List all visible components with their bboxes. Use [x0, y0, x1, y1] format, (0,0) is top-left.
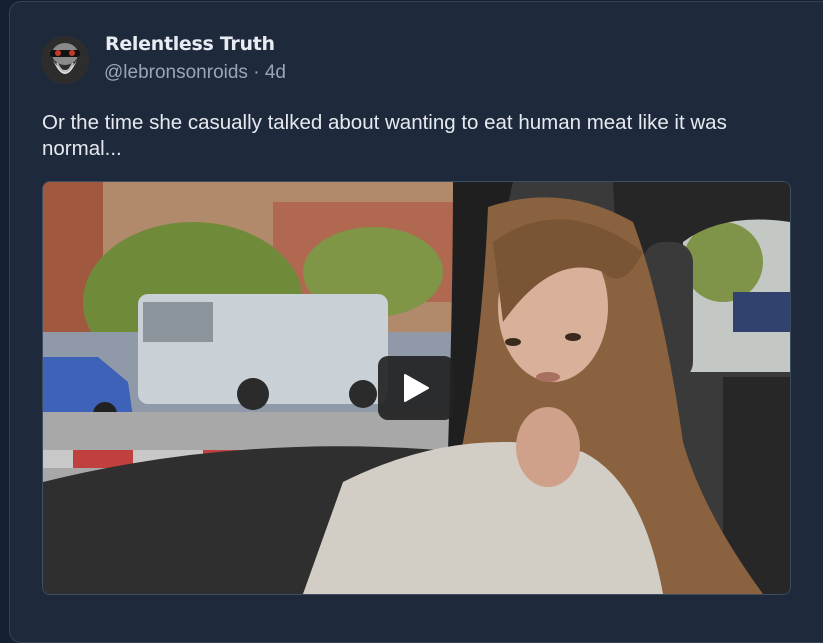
- avatar[interactable]: [41, 36, 89, 84]
- post-age[interactable]: 4d: [265, 62, 286, 83]
- video-player[interactable]: [42, 181, 791, 595]
- meta-separator: ·: [247, 62, 265, 83]
- handle[interactable]: @lebronsonroids: [104, 62, 248, 83]
- avatar-image: [41, 36, 89, 84]
- play-button[interactable]: [378, 356, 454, 420]
- post-text: Or the time she casually talked about wa…: [42, 111, 727, 160]
- play-icon: [404, 374, 429, 402]
- post-meta: @lebronsonroids · 4d: [104, 62, 286, 84]
- display-name[interactable]: Relentless Truth: [105, 33, 275, 55]
